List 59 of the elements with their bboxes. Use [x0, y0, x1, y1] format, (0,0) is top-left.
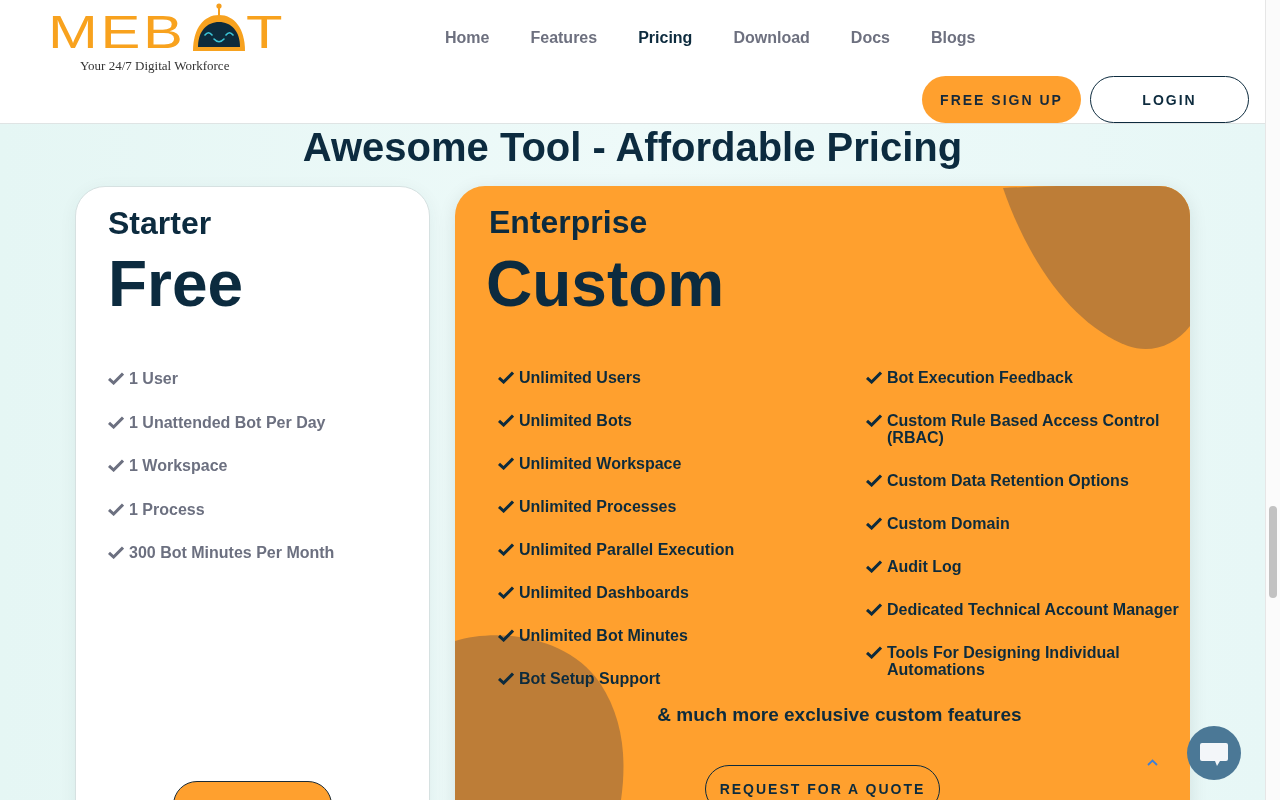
nav-link[interactable]: Docs [850, 28, 890, 48]
check-icon [498, 500, 514, 513]
check-icon [498, 371, 514, 384]
feature-text: Custom Data Retention Options [887, 472, 1129, 489]
feature-text: Custom Domain [887, 515, 1010, 532]
plan-price: Custom [485, 249, 726, 319]
check-icon [108, 546, 124, 559]
scrollbar-track[interactable] [1265, 0, 1280, 800]
check-icon [498, 414, 514, 427]
sign-up-button[interactable]: FREE SIGN UP [922, 76, 1081, 123]
check-icon [866, 517, 882, 530]
plan-name: Starter [107, 204, 213, 242]
section-heading: Awesome Tool - Affordable Pricing [302, 127, 963, 167]
check-icon [866, 371, 882, 384]
feature-text: 1 User [129, 370, 178, 387]
feature-text: Unlimited Bots [519, 412, 632, 429]
check-icon [498, 629, 514, 642]
plan-price: Free [107, 249, 245, 319]
scrollbar-thumb[interactable] [1269, 506, 1277, 598]
feature-text: Unlimited Bot Minutes [519, 627, 688, 644]
check-icon [866, 603, 882, 616]
nav-link[interactable]: Download [733, 28, 810, 48]
feature-text: Custom Rule Based Access Control (RBAC) [887, 412, 1161, 446]
login-button[interactable]: LOGIN [1090, 76, 1249, 123]
feature-text: Unlimited Parallel Execution [519, 541, 735, 558]
feature-text: Unlimited Dashboards [519, 584, 689, 601]
feature-text: 1 Workspace [129, 457, 228, 474]
feature-text: Audit Log [887, 558, 962, 575]
check-icon [108, 415, 124, 429]
nav-link[interactable]: Blogs [930, 28, 976, 48]
feature-text: Bot Setup Support [519, 670, 661, 687]
feature-text: Unlimited Users [519, 369, 641, 386]
feature-text: Unlimited Processes [519, 498, 677, 515]
logo-tagline: Your 24/7 Digital Workforce [80, 58, 230, 74]
check-icon [108, 459, 124, 472]
check-icon [498, 586, 514, 599]
plan-note: & much more exclusive custom features [656, 704, 1023, 726]
check-icon [108, 372, 124, 385]
plan-name: Enterprise [488, 203, 649, 241]
check-icon [866, 646, 882, 659]
check-icon [866, 560, 882, 573]
feature-text: 1 Unattended Bot Per Day [129, 413, 326, 431]
check-icon [866, 474, 882, 487]
feature-text: Bot Execution Feedback [887, 369, 1073, 386]
feature-text: 300 Bot Minutes Per Month [129, 544, 335, 561]
nav-link[interactable]: Pricing [638, 28, 693, 48]
robot-head-icon[interactable] [191, 3, 246, 52]
check-icon [866, 414, 882, 427]
nav-link[interactable]: Features [530, 28, 598, 48]
feature-text: Dedicated Technical Account Manager [887, 601, 1179, 618]
check-icon [498, 543, 514, 556]
feature-text: Unlimited Workspace [519, 455, 682, 472]
feature-text: 1 Process [129, 500, 205, 518]
nav-link[interactable]: Home [445, 28, 490, 48]
check-icon [498, 672, 514, 685]
check-icon [108, 502, 124, 516]
check-icon [498, 457, 514, 470]
feature-text: Tools For Designing Individual Automations [887, 644, 1121, 678]
chat-icon[interactable] [1187, 726, 1241, 780]
